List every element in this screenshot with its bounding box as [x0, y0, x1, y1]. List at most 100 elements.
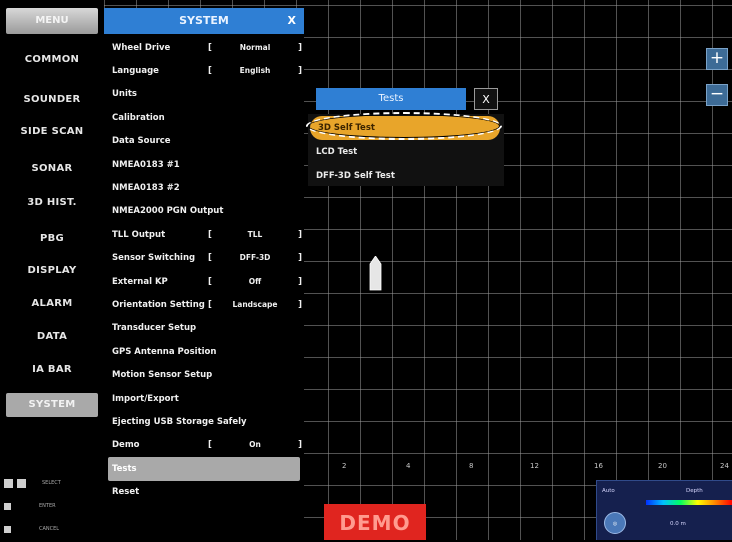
system-row-label: Orientation Setting: [112, 300, 205, 311]
test-item-lcd-test[interactable]: LCD Test: [308, 140, 504, 164]
system-row-units[interactable]: Units: [104, 83, 304, 106]
nav-item-pbg[interactable]: PBG: [0, 223, 104, 255]
system-row-label: NMEA0183 #2: [112, 183, 180, 194]
test-item-dff3d-self-test[interactable]: DFF-3D Self Test: [308, 164, 504, 188]
zoom-out-button[interactable]: −: [706, 84, 728, 106]
color-scale-bar: [646, 500, 732, 505]
tests-popup-title: Tests: [316, 88, 466, 110]
system-row-value[interactable]: [Normal]: [208, 43, 302, 53]
legend-enter: ENTER: [4, 497, 56, 515]
system-row-label: Transducer Setup: [112, 323, 197, 334]
system-close-button[interactable]: X: [288, 8, 296, 34]
system-row-transducer-setup[interactable]: Transducer Setup: [104, 317, 304, 340]
system-row-label: Ejecting USB Storage Safely: [112, 417, 247, 428]
legend-select-label: SELECT: [42, 480, 61, 486]
system-row-value[interactable]: [TLL]: [208, 230, 302, 240]
system-row-label: Language: [112, 66, 159, 77]
system-row-label: GPS Antenna Position: [112, 346, 217, 357]
scale-label: 4: [406, 462, 411, 470]
nav-item-ia-bar[interactable]: IA BAR: [0, 354, 104, 386]
system-row-gps-antenna-position[interactable]: GPS Antenna Position: [104, 340, 304, 363]
system-panel: SYSTEM X Wheel Drive [Normal] Language [Eng…: [104, 8, 304, 540]
system-row-value[interactable]: [Landscape]: [208, 300, 302, 310]
left-menu: MENU COMMON SOUNDER SIDE SCAN SONAR 3D H…: [0, 0, 104, 540]
menu-header[interactable]: MENU: [6, 8, 98, 34]
bracket-right: ]: [298, 42, 302, 53]
system-row-external-kp[interactable]: External KP [Off]: [104, 270, 304, 293]
system-row-calibration[interactable]: Calibration: [104, 106, 304, 129]
depth-mode-icon[interactable]: ◎: [604, 512, 626, 534]
system-row-ejecting-usb-storage-safely[interactable]: Ejecting USB Storage Safely: [104, 410, 304, 433]
nav-item-3d-hist[interactable]: 3D HIST.: [0, 187, 104, 219]
scale-label: 24: [720, 462, 729, 470]
legend-enter-label: ENTER: [39, 503, 56, 509]
bracket-right: ]: [298, 300, 302, 311]
system-row-import-export[interactable]: Import/Export: [104, 387, 304, 410]
system-row-label: Import/Export: [112, 393, 179, 404]
system-row-wheel-drive[interactable]: Wheel Drive [Normal]: [104, 36, 304, 59]
system-row-value[interactable]: [Off]: [208, 277, 302, 287]
key-square-icon: [4, 478, 13, 488]
scale-label: 2: [342, 462, 347, 470]
bracket-right: ]: [298, 66, 302, 77]
system-row-label: Wheel Drive: [112, 42, 171, 53]
system-row-nmea2000-pgn-output[interactable]: NMEA2000 PGN Output: [104, 200, 304, 223]
system-row-label: NMEA0183 #1: [112, 159, 180, 170]
system-row-label: TLL Output: [112, 229, 166, 240]
nav-item-side-scan[interactable]: SIDE SCAN: [0, 116, 104, 148]
system-row-tests[interactable]: Tests: [108, 457, 300, 481]
system-row-language[interactable]: Language [English]: [104, 59, 304, 82]
scale-label: 8: [469, 462, 474, 470]
system-row-demo[interactable]: Demo [On]: [104, 434, 304, 457]
system-row-data-source[interactable]: Data Source: [104, 130, 304, 153]
nav-item-alarm[interactable]: ALARM: [0, 288, 104, 320]
key-cancel-icon: [4, 525, 11, 533]
vessel-icon: [369, 256, 382, 291]
system-row-nmea0183-1[interactable]: NMEA0183 #1: [104, 153, 304, 176]
value-text: On: [249, 440, 261, 450]
key-enter-icon: [4, 502, 11, 510]
tests-popup-list: 3D Self Test LCD Test DFF-3D Self Test: [308, 114, 504, 186]
system-row-value[interactable]: [DFF-3D]: [208, 253, 302, 263]
system-row-label: Demo: [112, 440, 140, 451]
bracket-right: ]: [298, 229, 302, 240]
zoom-in-button[interactable]: +: [706, 48, 728, 70]
system-row-label: Motion Sensor Setup: [112, 370, 213, 381]
scale-label: 12: [530, 462, 539, 470]
scale-label: 16: [594, 462, 603, 470]
demo-banner: DEMO: [324, 504, 426, 540]
scale-label: 20: [658, 462, 667, 470]
system-row-nmea0183-2[interactable]: NMEA0183 #2: [104, 176, 304, 199]
system-row-value[interactable]: [English]: [208, 66, 302, 76]
system-row-tll-output[interactable]: TLL Output [TLL]: [104, 223, 304, 246]
system-row-label: NMEA2000 PGN Output: [112, 206, 224, 217]
system-row-label: Units: [112, 89, 137, 100]
nav-item-common[interactable]: COMMON: [0, 44, 104, 76]
nav-item-display[interactable]: DISPLAY: [0, 255, 104, 287]
system-row-label: Calibration: [112, 112, 165, 123]
system-row-label: Reset: [112, 487, 140, 498]
system-title-text: SYSTEM: [179, 14, 229, 27]
value-text: TLL: [247, 229, 263, 239]
tests-close-button[interactable]: X: [474, 88, 498, 110]
legend-cancel-label: CANCEL: [39, 526, 60, 532]
bracket-right: ]: [298, 253, 302, 264]
legend-select: SELECT: [4, 474, 61, 492]
system-row-orientation-setting[interactable]: Orientation Setting[Landscape]: [104, 293, 304, 316]
legend-cancel: CANCEL: [4, 520, 59, 538]
system-row-motion-sensor-setup[interactable]: Motion Sensor Setup: [104, 364, 304, 387]
system-panel-title: SYSTEM X: [104, 8, 304, 34]
nav-item-sonar[interactable]: SONAR: [0, 153, 104, 185]
nav-item-system[interactable]: SYSTEM: [6, 393, 98, 417]
test-item-3d-self-test[interactable]: 3D Self Test: [310, 116, 500, 140]
system-row-label: Sensor Switching: [112, 253, 196, 264]
value-text: Landscape: [232, 300, 278, 310]
nav-item-data[interactable]: DATA: [0, 321, 104, 353]
bracket-right: ]: [298, 276, 302, 287]
system-row-reset[interactable]: Reset: [104, 481, 304, 504]
system-row-value[interactable]: [On]: [208, 440, 302, 450]
value-text: Normal: [239, 42, 271, 52]
value-text: Off: [248, 276, 262, 286]
system-row-sensor-switching[interactable]: Sensor Switching [DFF-3D]: [104, 247, 304, 270]
nav-item-sounder[interactable]: SOUNDER: [0, 84, 104, 116]
